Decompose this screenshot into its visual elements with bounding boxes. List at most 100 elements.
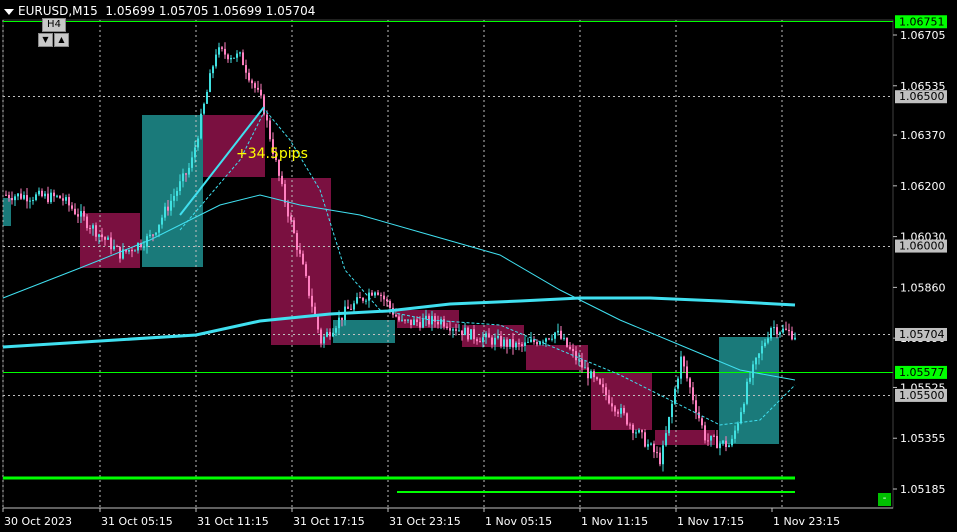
candle-body	[749, 377, 751, 382]
candle-body	[740, 412, 742, 424]
candle-body	[215, 54, 217, 67]
candle-body	[758, 353, 760, 358]
candle-body	[719, 443, 721, 449]
candle-body	[335, 328, 337, 333]
candle-body	[455, 329, 457, 331]
candle-body	[287, 202, 289, 217]
candle-body	[548, 338, 550, 340]
candle-body	[305, 264, 307, 277]
collapse-button[interactable]: -	[878, 493, 891, 506]
candle-body	[95, 225, 97, 237]
candle-body	[470, 329, 472, 340]
candle-body	[68, 197, 70, 206]
candle-body	[206, 91, 208, 104]
candle-body	[188, 167, 190, 175]
price-tick-label: 1.05355	[900, 432, 946, 445]
candle-body	[668, 416, 670, 434]
candle-body	[77, 214, 79, 217]
candle-body	[602, 384, 604, 388]
candle-body	[341, 317, 343, 321]
candle-body	[260, 89, 262, 96]
candle-body	[317, 315, 319, 330]
candle-body	[650, 443, 652, 445]
candle-body	[350, 308, 352, 310]
candle-body	[143, 246, 145, 248]
candle-body	[575, 351, 577, 361]
session-box	[719, 337, 779, 444]
candle-body	[557, 330, 559, 333]
candle-body	[743, 403, 745, 413]
candle-body	[182, 173, 184, 182]
time-tick-label: 31 Oct 11:15	[197, 515, 269, 528]
candle-body	[218, 47, 220, 55]
price-tick-label: 1.05185	[900, 483, 946, 496]
price-level-label: 1.06500	[899, 90, 945, 103]
candle-body	[290, 216, 292, 221]
candle-body	[623, 408, 625, 414]
candle-body	[281, 175, 283, 185]
timeframe-down-button[interactable]: ▼	[38, 33, 53, 47]
time-tick-label: 31 Oct 23:15	[389, 515, 461, 528]
candle-body	[572, 348, 574, 352]
candle-body	[596, 377, 598, 380]
candle-body	[80, 211, 82, 217]
candle-body	[437, 321, 439, 325]
chart-menu-icon[interactable]	[4, 8, 14, 15]
candle-body	[5, 194, 7, 196]
candle-body	[461, 330, 463, 336]
candle-body	[179, 181, 181, 192]
candle-body	[173, 195, 175, 201]
candle-body	[524, 342, 526, 346]
candle-body	[563, 337, 565, 339]
candle-body	[266, 114, 268, 121]
candle-body	[473, 329, 475, 340]
candle-body	[323, 336, 325, 344]
price-level-label: 1.05704	[899, 328, 945, 341]
candle-body	[512, 339, 514, 348]
candle-body	[680, 356, 682, 379]
candle-body	[560, 330, 562, 339]
candle-body	[458, 330, 460, 332]
candle-body	[521, 344, 523, 346]
price-chart[interactable]: 1.067051.065351.063701.062001.060301.058…	[0, 0, 957, 532]
symbol-label: EURUSD,M15	[18, 4, 98, 18]
candle-body	[632, 424, 634, 434]
candle-body	[683, 356, 685, 367]
candle-body	[566, 337, 568, 347]
candle-body	[128, 249, 130, 252]
candle-body	[587, 367, 589, 379]
candle-body	[599, 379, 601, 385]
candle-body	[407, 319, 409, 321]
candle-body	[248, 72, 250, 81]
price-level-label: 1.05577	[899, 366, 945, 379]
candle-body	[569, 346, 571, 349]
candle-body	[494, 337, 496, 345]
candle-body	[53, 192, 55, 197]
candle-body	[47, 193, 49, 203]
candle-body	[254, 83, 256, 88]
candle-body	[197, 138, 199, 148]
candle-body	[788, 329, 790, 332]
candle-body	[107, 237, 109, 240]
candle-body	[737, 423, 739, 431]
candle-body	[56, 195, 58, 197]
candle-body	[725, 440, 727, 448]
time-tick-label: 1 Nov 23:15	[773, 515, 840, 528]
candle-body	[530, 339, 532, 342]
candle-body	[167, 206, 169, 211]
candle-body	[452, 329, 454, 331]
candle-body	[443, 319, 445, 327]
candle-body	[446, 326, 448, 329]
candle-body	[224, 48, 226, 55]
candle-body	[791, 331, 793, 340]
price-level-label: 1.05500	[899, 389, 945, 402]
candle-body	[503, 339, 505, 347]
candle-body	[476, 339, 478, 342]
candle-body	[644, 432, 646, 447]
candle-body	[773, 327, 775, 329]
price-tick-label: 1.06705	[900, 29, 946, 42]
candle-body	[419, 322, 421, 328]
candle-body	[152, 234, 154, 236]
timeframe-up-button[interactable]: ▲	[54, 33, 69, 47]
candle-body	[149, 234, 151, 237]
